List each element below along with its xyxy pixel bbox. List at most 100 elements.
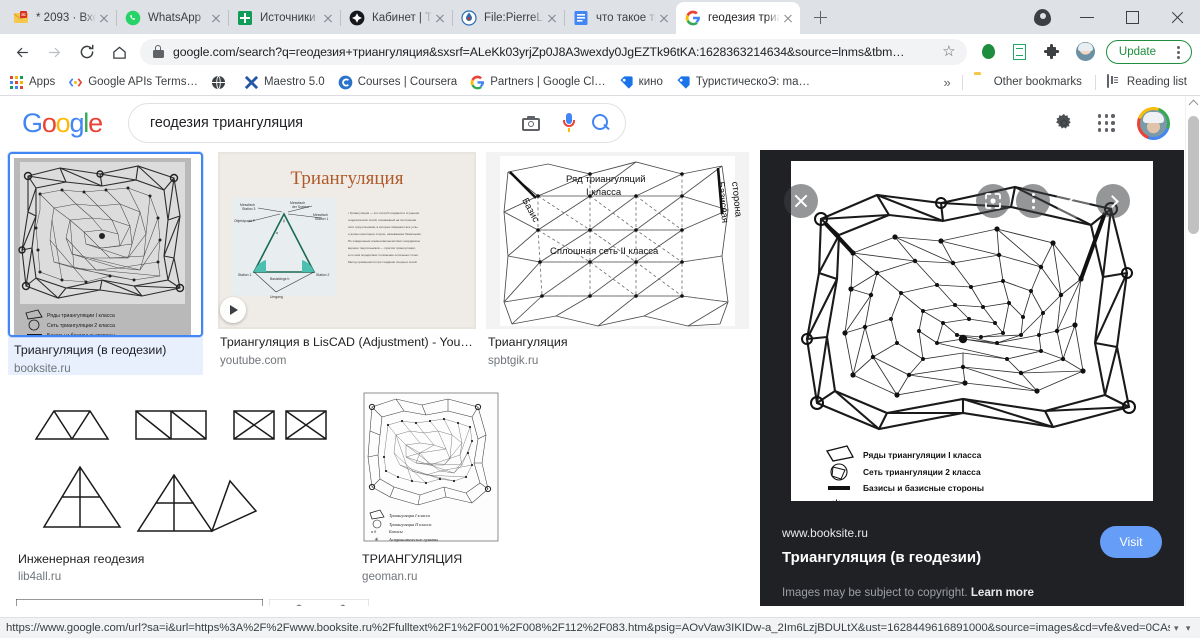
back-button[interactable] — [8, 37, 38, 67]
close-icon[interactable] — [780, 10, 796, 26]
home-button[interactable] — [104, 37, 134, 67]
next-image-icon[interactable] — [1096, 184, 1130, 218]
other-bookmarks-folder[interactable]: Other bookmarks — [974, 75, 1082, 90]
search-input[interactable] — [147, 114, 512, 132]
avatar[interactable] — [1137, 106, 1170, 140]
diagram-label: Сплошная сеть II класса — [550, 246, 659, 257]
reload-button[interactable] — [72, 37, 102, 67]
tab-docs[interactable]: что такое триа — [564, 2, 677, 34]
result-caption[interactable]: Триангуляция в LisCAD (Adjustment) - You… — [218, 329, 476, 367]
thumbnail[interactable]: Триангуляция Messtisch Station 3 Messtis… — [218, 152, 476, 329]
google-apis-icon — [68, 75, 83, 90]
minimize-button[interactable] — [1065, 0, 1110, 34]
bookmark-kino[interactable]: кино — [619, 75, 663, 90]
google-apps-icon[interactable] — [1097, 114, 1115, 132]
tab-wikimedia-file[interactable]: File:PierreLouis — [452, 2, 565, 34]
profile-switch-button[interactable] — [1020, 0, 1065, 34]
visit-button[interactable]: Visit — [1100, 526, 1162, 558]
maximize-button[interactable] — [1110, 0, 1155, 34]
close-icon[interactable] — [432, 10, 448, 26]
address-bar[interactable]: google.com/search?q=геодезия+триангуляци… — [140, 38, 967, 65]
new-tab-button[interactable] — [806, 3, 834, 31]
thumbnail[interactable]: Базис Ряд триангуляций I класса Сплошная… — [486, 152, 749, 329]
result-caption[interactable]: ТРИАНГУЛЯЦИЯ geoman.ru — [360, 546, 503, 584]
bookmark-globe[interactable] — [211, 75, 231, 90]
bookmark-google-apis[interactable]: Google APIs Terms… — [68, 75, 198, 90]
extension-sheet-icon[interactable] — [1012, 43, 1026, 60]
result-caption[interactable]: Триангуляция (в геодезии) booksite.ru — [8, 337, 203, 375]
scrollbar-thumb[interactable] — [1188, 116, 1199, 234]
bookmarks-overflow-button[interactable]: » — [943, 75, 950, 90]
learn-more-link[interactable]: Learn more — [971, 586, 1034, 599]
bookmark-tourist[interactable]: ТуристическоЭ: ma… — [676, 75, 810, 90]
result-caption[interactable]: Инженерная геодезия lib4all.ru — [16, 546, 346, 584]
close-icon[interactable] — [544, 10, 560, 26]
forward-button[interactable] — [40, 37, 70, 67]
tab-sheets[interactable]: Источники - G — [228, 2, 341, 34]
result-source: spbtgik.ru — [488, 353, 539, 367]
bookmark-coursera[interactable]: Courses | Coursera — [338, 75, 457, 90]
apps-grid-icon — [9, 75, 24, 90]
thumbnail[interactable] — [269, 599, 369, 606]
panel-image[interactable]: Ряды триангуляции I класса Сеть триангул… — [791, 161, 1153, 501]
image-result-tile[interactable]: Инженерная геодезия lib4all.ru — [16, 390, 346, 584]
thumbnail[interactable]: Триангуляция I класса Триангуляция II кл… — [360, 390, 503, 546]
update-button[interactable]: Update — [1109, 46, 1166, 58]
svg-text:вершин треугольников — пунктов: вершин треугольников — пунктов триангуля… — [348, 246, 416, 250]
bookmark-label: Partners | Google Cl… — [490, 76, 606, 88]
kebab-menu-icon[interactable] — [1166, 38, 1190, 66]
close-icon[interactable] — [320, 10, 336, 26]
slide-with-triangle: Триангуляция MesstischStation 3 Messtisc… — [218, 152, 476, 329]
google-logo[interactable]: Google — [22, 108, 103, 139]
result-caption[interactable]: Триангуляция spbtgik.ru — [486, 329, 749, 367]
bookmark-maestro[interactable]: Maestro 5.0 — [244, 75, 325, 90]
search-box[interactable] — [127, 103, 626, 143]
search-icon[interactable] — [591, 113, 611, 133]
video-play-badge[interactable] — [220, 297, 246, 323]
tab-whatsapp[interactable]: WhatsApp — [116, 2, 229, 34]
camera-search-icon[interactable] — [521, 115, 540, 131]
tab-title: геодезия триа — [708, 12, 780, 24]
image-result-tile[interactable]: Триангуляция Messtisch Station 3 Messtis… — [218, 152, 476, 375]
tab-kabinet[interactable]: Кабинет | Триа — [340, 2, 453, 34]
avatar-icon[interactable] — [1075, 42, 1095, 61]
extensions-puzzle-icon[interactable] — [1043, 43, 1060, 60]
partial-row-thumbnail — [513, 599, 663, 606]
image-result-tile[interactable]: Ряды триангуляции I класса Сеть триангул… — [8, 152, 203, 375]
close-icon[interactable] — [656, 10, 672, 26]
thumbnail[interactable]: CDABa — [16, 599, 263, 606]
image-result-tile[interactable] — [269, 599, 369, 606]
prev-image-icon[interactable] — [1056, 184, 1090, 218]
close-icon[interactable] — [208, 10, 224, 26]
thumbnail[interactable] — [513, 599, 663, 606]
chevron-down-icon[interactable]: ▾ — [1170, 623, 1182, 634]
dense-network-map: Триангуляция I класса Триангуляция II кл… — [360, 390, 503, 546]
scroll-up-arrow-icon[interactable] — [1188, 99, 1199, 110]
image-result-tile[interactable]: CDABa elima.ru › Словарь › Триангуляция … — [16, 599, 263, 606]
image-result-tile[interactable]: Базис Ряд триангуляций I класса Сплошная… — [486, 152, 749, 375]
bookmark-apps[interactable]: Apps — [9, 75, 55, 90]
close-icon[interactable] — [784, 184, 818, 218]
page-scrollbar[interactable] — [1185, 96, 1200, 606]
image-result-tile[interactable]: Триангуляция I класса Триангуляция II кл… — [360, 390, 503, 584]
bookmark-google-partners[interactable]: Partners | Google Cl… — [470, 75, 606, 90]
microphone-icon[interactable] — [562, 113, 576, 133]
tab-mail[interactable]: ✉ * 2093 · Входящ — [4, 2, 117, 34]
extension-green-icon[interactable] — [981, 44, 995, 59]
partial-row-thumbnail — [269, 599, 369, 606]
svg-text:Метод применяется при создании: Метод применяется при создании опорных с… — [348, 260, 418, 264]
lens-icon[interactable] — [976, 184, 1010, 218]
bookmark-star-icon[interactable]: ☆ — [941, 43, 957, 60]
update-pill: Update — [1105, 38, 1192, 66]
thumbnail[interactable]: Ряды триангуляции I класса Сеть триангул… — [8, 152, 203, 337]
chevron-down-icon[interactable]: ▾ — [1182, 623, 1194, 634]
thumbnail[interactable] — [16, 390, 346, 546]
close-icon[interactable] — [96, 10, 112, 26]
image-result-tile[interactable] — [513, 599, 663, 606]
tab-google-search[interactable]: геодезия триа — [676, 2, 800, 34]
settings-gear-icon[interactable] — [1054, 113, 1074, 133]
dark-circle-icon — [349, 10, 365, 26]
kebab-menu-icon[interactable] — [1016, 184, 1050, 218]
reading-list-button[interactable]: Reading list — [1106, 73, 1187, 90]
window-close-button[interactable] — [1155, 0, 1200, 34]
